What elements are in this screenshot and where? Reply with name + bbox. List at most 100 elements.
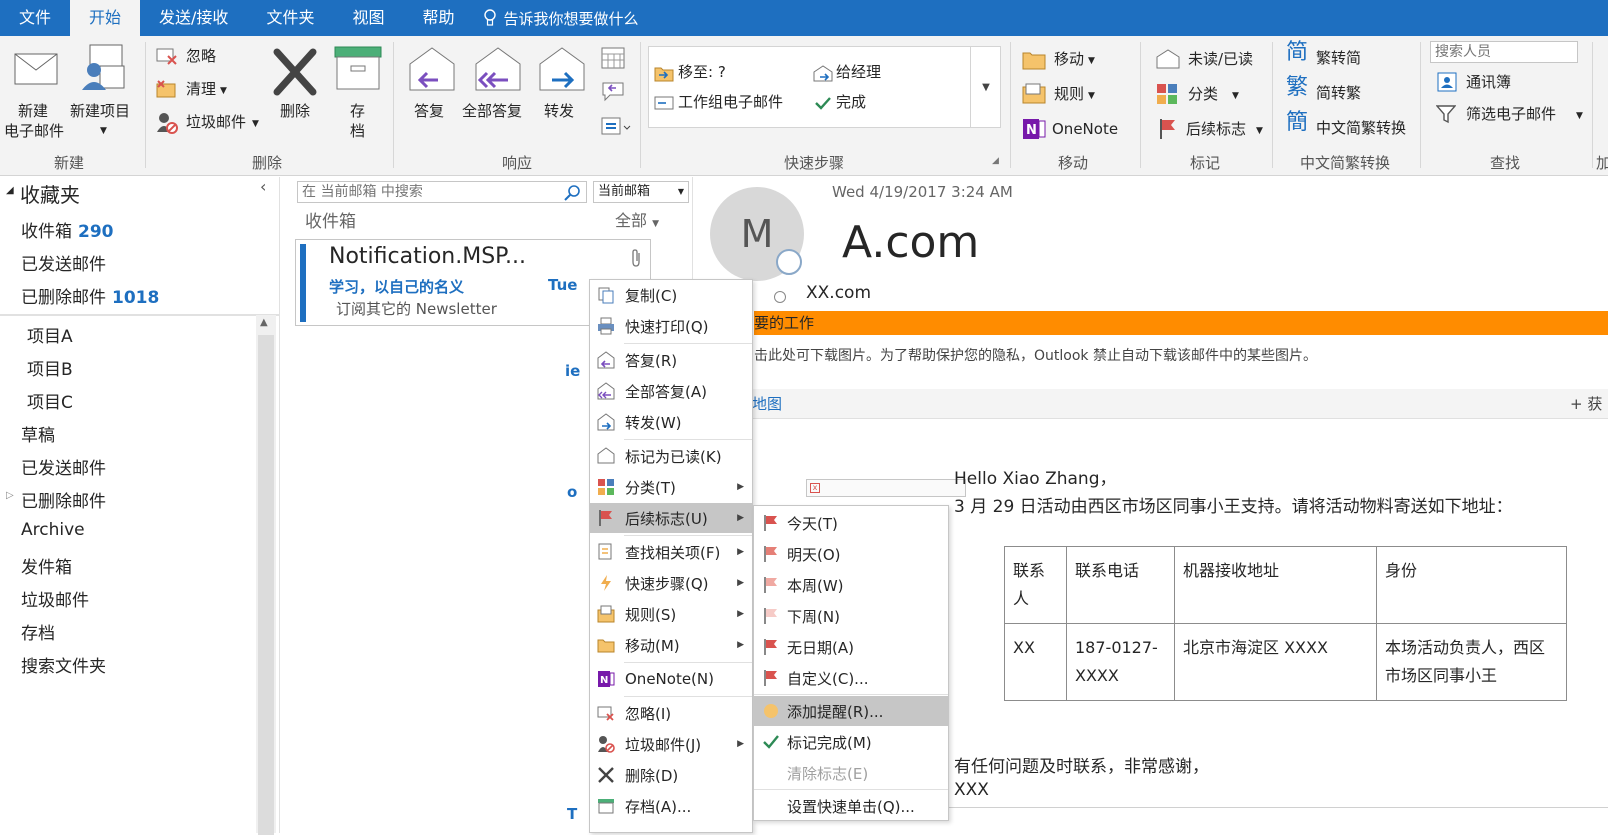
fav-deleted[interactable]: 已删除邮件 1018 — [21, 283, 159, 308]
folder-project-c[interactable]: 项目C — [27, 388, 73, 413]
search-box[interactable] — [297, 181, 587, 203]
favorites-header[interactable]: 收藏夹 — [20, 179, 80, 208]
collapse-pane-icon[interactable]: ‹ — [260, 177, 266, 196]
menu-archive[interactable]: 存档(A)... — [590, 791, 752, 821]
submenu-custom[interactable]: 自定义(C)... — [754, 663, 948, 693]
folder-junk[interactable]: 垃圾邮件 — [21, 586, 89, 611]
menu-reply[interactable]: 答复(R) — [590, 345, 752, 375]
folder-deleted[interactable]: 已删除邮件 — [21, 487, 106, 512]
search-scope-dropdown[interactable]: 当前邮箱 ▼ — [593, 181, 689, 203]
menu-quick-steps[interactable]: 快速步骤(Q) ▶ — [590, 568, 752, 598]
filter-chevron-icon: ▼ — [1576, 111, 1583, 121]
scroll-thumb[interactable] — [258, 335, 274, 835]
followup-button[interactable]: 后续标志 ▼ — [1156, 116, 1276, 142]
address-book-button[interactable]: 通讯簿 — [1436, 69, 1566, 95]
search-people-input[interactable] — [1430, 41, 1578, 63]
table-header-cell: 联系电话 — [1066, 546, 1175, 624]
folder-project-a[interactable]: 项目A — [27, 322, 73, 347]
menu-rules[interactable]: 规则(S) ▶ — [590, 599, 752, 629]
list-filter-dropdown[interactable]: 全部 ▼ — [615, 207, 659, 231]
fav-sent[interactable]: 已发送邮件 — [21, 250, 106, 275]
fav-inbox[interactable]: 收件箱 290 — [21, 217, 114, 242]
menu-move[interactable]: 移动(M) ▶ — [590, 630, 752, 660]
ignore-button[interactable]: 忽略 — [156, 44, 256, 68]
folder-scrollbar[interactable]: ▲ — [256, 315, 276, 835]
simp-to-trad-button[interactable]: 繁 简转繁 — [1286, 77, 1386, 107]
unread-read-button[interactable]: 未读/已读 — [1156, 46, 1266, 72]
move-button[interactable]: 移动 ▼ — [1022, 46, 1122, 72]
new-items-button[interactable]: 新建项目 ▼ — [70, 44, 136, 144]
tab-view[interactable]: 视图 — [333, 0, 403, 36]
download-pictures-info[interactable]: 击此处可下载图片。为了帮助保护您的隐私，Outlook 禁止自动下载该邮件中的某… — [754, 345, 1317, 365]
menu-reply-all[interactable]: 全部答复(A) — [590, 376, 752, 406]
filter-email-button[interactable]: 筛选电子邮件 ▼ — [1436, 101, 1596, 127]
menu-ignore[interactable]: 忽略(I) — [590, 698, 752, 728]
tab-home[interactable]: 开始 — [70, 0, 141, 36]
menu-followup[interactable]: 后续标志(U) ▶ — [590, 503, 752, 533]
search-icon[interactable] — [564, 184, 582, 202]
folder-drafts[interactable]: 草稿 — [21, 421, 55, 446]
qs-team-button[interactable]: 工作组电子邮件 — [654, 92, 804, 114]
junk-button[interactable]: 垃圾邮件 ▼ — [156, 110, 266, 134]
qs-done-button[interactable]: 完成 — [812, 92, 942, 114]
trad-to-simp-button[interactable]: 简 繁转简 — [1286, 42, 1386, 72]
delete-button[interactable]: 删除 — [268, 44, 324, 144]
reply-button[interactable]: 答复 — [402, 44, 460, 144]
reply-all-label: 全部答复 — [462, 102, 523, 120]
new-email-button[interactable]: 新建 电子邮件 — [4, 44, 66, 144]
menu-delete[interactable]: 删除(D) — [590, 760, 752, 790]
submenu-this-week[interactable]: 本周(W) — [754, 570, 948, 600]
favorites-collapse-icon[interactable]: ◢ — [6, 185, 14, 196]
new-email-label-1: 新建 — [18, 102, 49, 120]
quick-steps-dialog-launcher-icon[interactable]: ◢ — [992, 156, 999, 166]
folder-project-b[interactable]: 项目B — [27, 355, 73, 380]
cleanup-button[interactable]: 清理 ▼ — [156, 77, 256, 101]
menu-copy[interactable]: 复制(C) — [590, 280, 752, 310]
menu-find-related[interactable]: 查找相关项(F) ▶ — [590, 537, 752, 567]
recipient[interactable]: XX.com — [806, 283, 871, 303]
im-reply-icon[interactable] — [600, 80, 626, 104]
folder-search[interactable]: 搜索文件夹 — [21, 652, 106, 677]
tab-folder[interactable]: 文件夹 — [247, 0, 333, 36]
rules-button[interactable]: 规则 ▼ — [1022, 81, 1122, 107]
search-input[interactable] — [298, 182, 558, 202]
folder-outbox[interactable]: 发件箱 — [21, 553, 72, 578]
submenu-add-reminder[interactable]: 添加提醒(R)... — [754, 696, 948, 726]
scroll-up-icon[interactable]: ▲ — [260, 317, 268, 328]
forward-button[interactable]: 转发 — [534, 44, 590, 144]
folder-archive-cn[interactable]: 存档 — [21, 619, 55, 644]
menu-categorize[interactable]: 分类(T) ▶ — [590, 472, 752, 502]
folder-archive[interactable]: Archive — [21, 520, 85, 540]
meeting-icon[interactable] — [600, 46, 626, 70]
map-addin-link[interactable]: 地图 — [752, 393, 782, 414]
tab-help[interactable]: 帮助 — [403, 0, 473, 36]
to-radio-icon — [774, 291, 786, 303]
expand-deleted-icon[interactable]: ▷ — [6, 490, 14, 501]
folder-sent[interactable]: 已发送邮件 — [21, 454, 106, 479]
submenu-mark-complete[interactable]: 标记完成(M) — [754, 727, 948, 757]
qs-move-to-button[interactable]: 移至: ? — [654, 62, 804, 84]
categorize-button[interactable]: 分类 ▼ — [1156, 81, 1266, 107]
cn-convert-button[interactable]: 簡 中文简繁转换 — [1286, 112, 1426, 142]
menu-onenote[interactable]: N OneNote(N) — [590, 664, 752, 694]
submenu-set-quick-click[interactable]: 设置快速单击(Q)... — [754, 791, 948, 821]
quick-steps-more-button[interactable]: ▼ — [970, 46, 1001, 128]
menu-mark-read[interactable]: 标记为已读(K) — [590, 441, 752, 471]
get-addins-button[interactable]: + 获 — [1570, 393, 1602, 414]
tab-file[interactable]: 文件 — [0, 0, 70, 36]
qs-manager-button[interactable]: 给经理 — [812, 62, 942, 84]
menu-junk[interactable]: 垃圾邮件(J) ▶ — [590, 729, 752, 759]
submenu-no-date[interactable]: 无日期(A) — [754, 632, 948, 662]
reply-all-button[interactable]: 全部答复 — [462, 44, 532, 144]
onenote-button[interactable]: N OneNote — [1022, 116, 1122, 142]
archive-button[interactable]: 存 档 — [330, 44, 386, 144]
tab-send-receive[interactable]: 发送/接收 — [140, 0, 247, 36]
submenu-today[interactable]: 今天(T) — [754, 508, 948, 538]
menu-quick-print[interactable]: 快速打印(Q) — [590, 311, 752, 341]
submenu-tomorrow[interactable]: 明天(O) — [754, 539, 948, 569]
submenu-next-week[interactable]: 下周(N) — [754, 601, 948, 631]
tell-me-box[interactable]: 告诉我你想要做什么 — [473, 8, 639, 29]
menu-forward[interactable]: 转发(W) — [590, 407, 752, 437]
more-respond-icon[interactable] — [600, 116, 632, 140]
folder-arrow-icon — [654, 67, 674, 82]
